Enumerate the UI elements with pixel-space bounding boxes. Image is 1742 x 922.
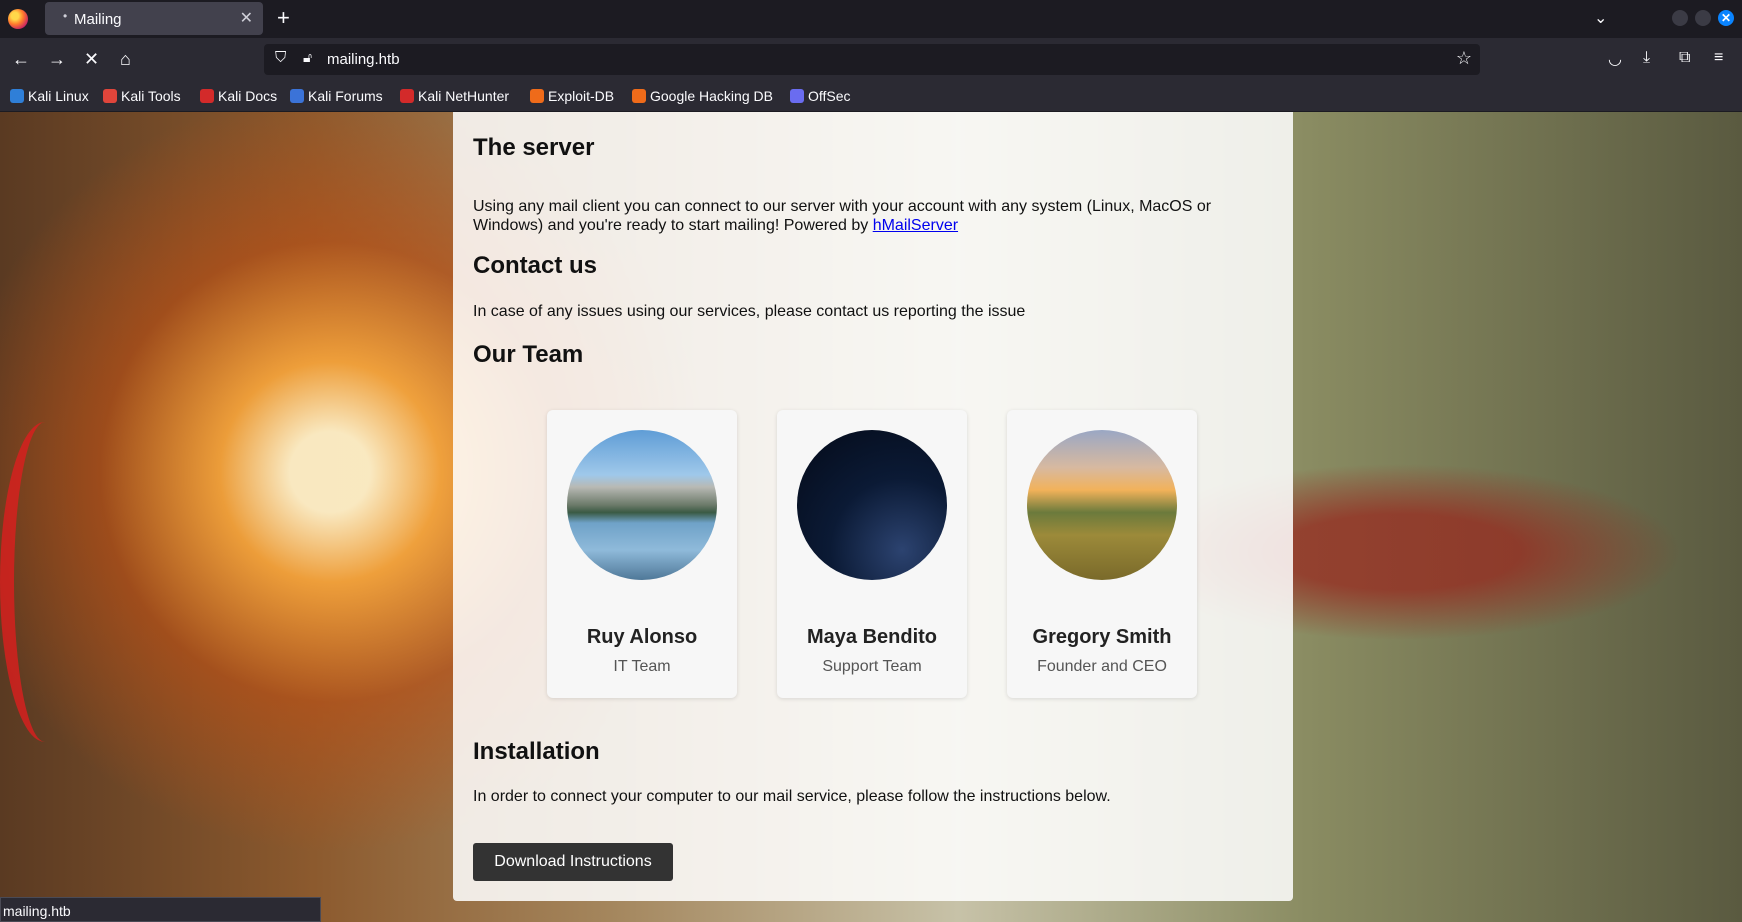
main-content-panel: The server Using any mail client you can… — [453, 112, 1293, 901]
kali-docs-icon — [200, 89, 214, 103]
google-hacking-db-icon — [632, 89, 646, 103]
contact-paragraph: In case of any issues using our services… — [473, 303, 1026, 320]
night-sky-photo — [797, 430, 947, 580]
bookmark-kali-docs[interactable]: Kali Docs — [200, 88, 277, 104]
lock-icon[interactable]: 🔓︎ — [303, 49, 312, 66]
team-member-role: Founder and CEO — [1037, 658, 1167, 675]
team-member-name: Maya Bendito — [806, 626, 938, 648]
team-member-name: Ruy Alonso — [586, 626, 698, 648]
tab-loading-dot: • — [63, 9, 68, 23]
menu-icon[interactable]: ≡ — [1714, 49, 1723, 67]
server-text: Using any mail client you can connect to… — [473, 198, 1212, 234]
extensions-icon[interactable]: ⧉ — [1679, 49, 1690, 67]
background-photo-lens-flare — [0, 422, 90, 742]
back-icon[interactable]: ← — [12, 48, 30, 70]
tab-close-icon[interactable]: ✕ — [240, 8, 253, 28]
kali-nethunter-icon — [400, 89, 414, 103]
new-tab-button[interactable]: + — [277, 5, 290, 31]
kali-tools-icon — [103, 89, 117, 103]
url-text[interactable]: mailing.htb — [327, 51, 400, 68]
downloads-icon[interactable]: ⤓ — [1643, 49, 1650, 67]
bookmark-kali-linux[interactable]: Kali Linux — [10, 88, 89, 104]
mountain-lake-photo — [567, 430, 717, 580]
kali-forums-icon — [290, 89, 304, 103]
team-member-role: IT Team — [613, 658, 671, 675]
bookmarks-toolbar: Kali Linux Kali Tools Kali Docs Kali For… — [0, 82, 1742, 112]
bookmark-exploit-db[interactable]: Exploit-DB — [530, 88, 614, 104]
home-icon[interactable]: ⌂ — [120, 48, 131, 70]
maximize-button[interactable] — [1695, 10, 1711, 26]
hmailserver-link[interactable]: hMailServer — [873, 217, 958, 234]
pocket-icon[interactable]: ◡ — [1608, 49, 1622, 69]
tab-title: Mailing — [74, 11, 122, 28]
bookmark-kali-nethunter[interactable]: Kali NetHunter — [400, 88, 509, 104]
close-window-button[interactable]: ✕ — [1718, 10, 1734, 26]
server-heading: The server — [473, 134, 595, 161]
bookmark-star-icon[interactable]: ☆ — [1456, 48, 1472, 69]
list-tabs-chevron-icon[interactable]: ⌄ — [1594, 8, 1607, 28]
contact-heading: Contact us — [473, 252, 598, 279]
tab-mailing[interactable]: • Mailing ✕ — [45, 2, 263, 35]
installation-paragraph: In order to connect your computer to our… — [473, 788, 1111, 805]
firefox-icon[interactable] — [8, 9, 28, 29]
installation-heading: Installation — [473, 738, 600, 765]
forward-icon[interactable]: → — [48, 48, 66, 70]
tracking-shield-icon[interactable]: ⛉ — [275, 49, 286, 66]
bookmark-kali-tools[interactable]: Kali Tools — [103, 88, 181, 104]
bookmark-google-hacking-db[interactable]: Google Hacking DB — [632, 88, 773, 104]
stop-loading-icon[interactable]: ✕ — [84, 48, 99, 70]
download-instructions-button[interactable]: Download Instructions — [473, 843, 673, 881]
team-member-role: Support Team — [822, 658, 922, 675]
tab-bar: • Mailing ✕ + ⌄ ✕ — [0, 0, 1742, 38]
page-viewport: The server Using any mail client you can… — [0, 112, 1742, 922]
url-bar[interactable]: ⛉ 🔓︎ mailing.htb ☆ — [264, 44, 1480, 75]
team-heading: Our Team — [473, 341, 584, 368]
team-card: Gregory Smith Founder and CEO — [1007, 410, 1197, 698]
bookmark-kali-forums[interactable]: Kali Forums — [290, 88, 383, 104]
status-bar-url: mailing.htb — [0, 897, 321, 922]
team-member-name: Gregory Smith — [1032, 626, 1172, 648]
bookmark-offsec[interactable]: OffSec — [790, 88, 851, 104]
sunset-hills-photo — [1027, 430, 1177, 580]
server-paragraph: Using any mail client you can connect to… — [473, 197, 1273, 235]
minimize-button[interactable] — [1672, 10, 1688, 26]
team-card: Ruy Alonso IT Team — [547, 410, 737, 698]
kali-linux-icon — [10, 89, 24, 103]
navigation-bar: ← → ✕ ⌂ ⛉ 🔓︎ mailing.htb ☆ ◡ ⤓ ⧉ ≡ — [0, 38, 1742, 82]
exploit-db-icon — [530, 89, 544, 103]
team-card: Maya Bendito Support Team — [777, 410, 967, 698]
offsec-icon — [790, 89, 804, 103]
